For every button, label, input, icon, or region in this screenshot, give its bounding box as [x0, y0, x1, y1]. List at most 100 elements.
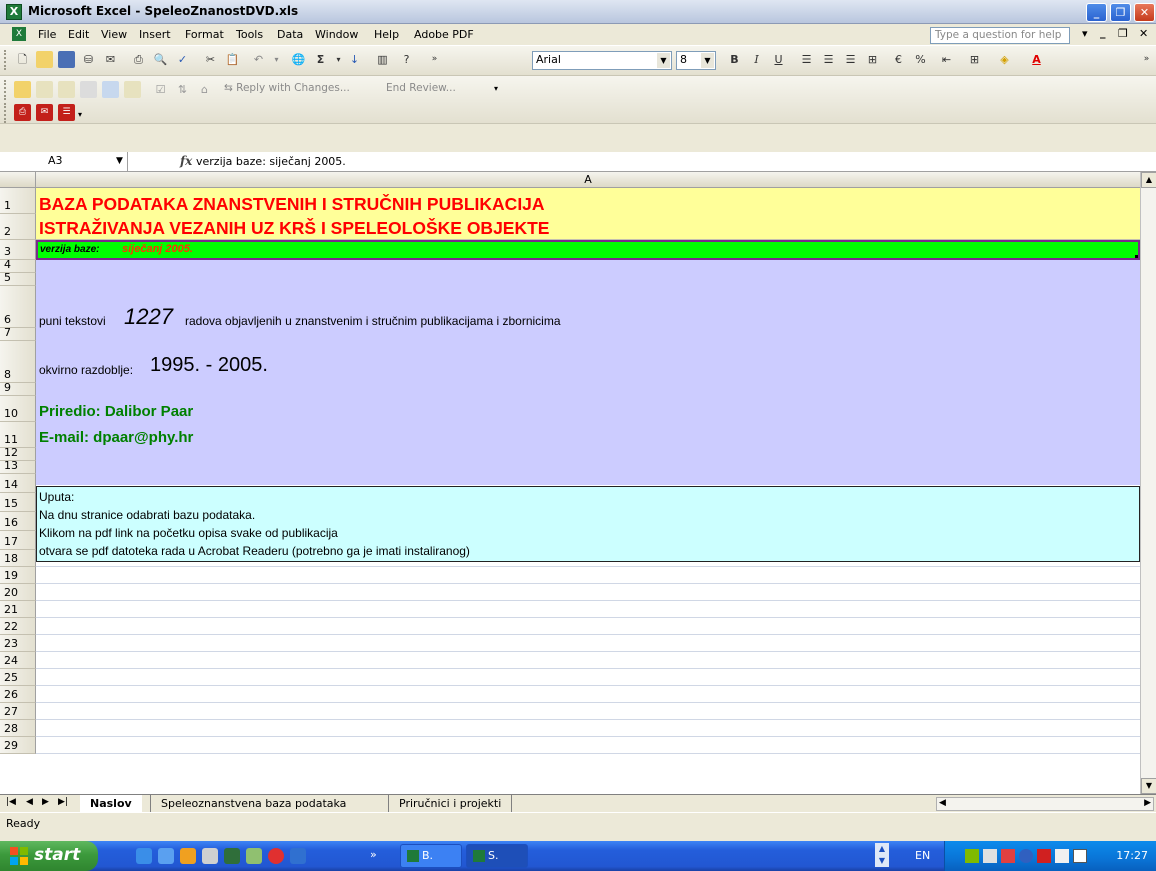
scroll-down-icon[interactable]: ▼ [1141, 778, 1156, 794]
convert-email-pdf-icon[interactable]: ✉ [36, 104, 53, 121]
row-header[interactable]: 15 [0, 493, 36, 512]
ie-icon[interactable] [136, 848, 152, 864]
toolbar-grip[interactable] [4, 103, 7, 123]
tray-icon-4[interactable] [1019, 849, 1033, 863]
row-header[interactable]: 18 [0, 550, 36, 567]
font-name-select[interactable]: Arial ▼ [532, 51, 672, 70]
row-header[interactable]: 13 [0, 460, 36, 474]
row-header[interactable]: 9 [0, 382, 36, 396]
undo-icon[interactable]: ↶ [250, 51, 267, 68]
print-preview-icon[interactable]: 🔍 [152, 51, 169, 68]
empty-cell[interactable] [36, 737, 1140, 754]
row-header[interactable]: 27 [0, 703, 36, 720]
row-header[interactable]: 5 [0, 272, 36, 286]
row-header[interactable]: 1 [0, 188, 36, 214]
tray-icon-6[interactable] [1055, 849, 1069, 863]
empty-cell[interactable] [36, 720, 1140, 737]
tray-icon-5[interactable] [1037, 849, 1051, 863]
tray-icon-1[interactable] [965, 849, 979, 863]
merge-center-icon[interactable]: ⊞ [864, 51, 881, 68]
cell-a3-selected[interactable]: verzija baze: siječanj 2005. [36, 240, 1140, 260]
scroll-up-icon[interactable]: ▲ [1141, 172, 1156, 188]
menu-format[interactable]: Format [185, 28, 224, 41]
print-icon[interactable]: ⎙ [130, 51, 147, 68]
row-header[interactable]: 3 [0, 240, 36, 260]
row-header[interactable]: 22 [0, 618, 36, 635]
spelling-icon[interactable]: ✓ [174, 51, 191, 68]
font-size-select[interactable]: 8 ▼ [676, 51, 716, 70]
show-all-comments-icon[interactable] [102, 81, 119, 98]
doc-minimize-icon[interactable]: _ [1100, 26, 1106, 39]
quicklaunch-icon-3[interactable] [180, 848, 196, 864]
email-icon[interactable]: ✉ [102, 51, 119, 68]
fill-color-icon[interactable]: ◈ [996, 51, 1013, 68]
paste-icon[interactable]: 📋 [224, 51, 241, 68]
reply-with-changes-button[interactable]: ⇆ Reply with Changes... [224, 82, 350, 94]
create-task-icon[interactable]: ☑ [152, 81, 169, 98]
show-comment-icon[interactable] [80, 81, 97, 98]
row-header[interactable]: 24 [0, 652, 36, 669]
end-review-button[interactable]: End Review... [386, 82, 456, 94]
empty-cell[interactable] [36, 618, 1140, 635]
menu-window[interactable]: Window [315, 28, 358, 41]
new-comment-icon[interactable] [14, 81, 31, 98]
empty-cell[interactable] [36, 584, 1140, 601]
help-icon[interactable]: ? [398, 51, 415, 68]
decrease-indent-icon[interactable]: ⇤ [938, 51, 955, 68]
media-icon[interactable] [158, 848, 174, 864]
sheet-tab-speleoznanstvena[interactable]: Speleoznanstvena baza podataka [150, 795, 356, 812]
empty-cell[interactable] [36, 703, 1140, 720]
font-color-icon[interactable]: A [1028, 51, 1045, 68]
row-header[interactable]: 17 [0, 531, 36, 550]
toolbar-grip[interactable] [4, 50, 7, 70]
column-header-a[interactable]: A [36, 173, 1140, 186]
doc-restore-icon[interactable]: ❐ [1118, 27, 1128, 40]
toolbar-options-icon[interactable]: » [426, 51, 443, 68]
row-header[interactable]: 7 [0, 327, 36, 341]
taskbar-button-b[interactable]: B. [400, 844, 462, 868]
sheet-tab-prirucnici[interactable]: Priručnici i projekti [388, 795, 513, 812]
tray-icon-7[interactable] [1073, 849, 1087, 863]
new-icon[interactable]: 🗋 [14, 51, 31, 68]
align-left-icon[interactable]: ☰ [798, 51, 815, 68]
underline-icon[interactable]: U [770, 51, 787, 68]
tray-icon-2[interactable] [983, 849, 997, 863]
row-header[interactable]: 28 [0, 720, 36, 737]
row-header[interactable]: 20 [0, 584, 36, 601]
toolbar-grip[interactable] [4, 80, 7, 100]
close-button[interactable]: ✕ [1134, 3, 1155, 22]
cell-a2[interactable]: ISTRAŽIVANJA VEZANIH UZ KRŠ I SPELEOLOŠK… [36, 214, 1140, 240]
empty-cell[interactable] [36, 669, 1140, 686]
info-block[interactable]: puni tekstovi 1227 radova objavljenih u … [36, 260, 1140, 485]
send-to-icon[interactable]: ⌂ [196, 81, 213, 98]
excel-app-icon[interactable]: X [6, 4, 22, 20]
menu-data[interactable]: Data [277, 28, 303, 41]
align-center-icon[interactable]: ☰ [820, 51, 837, 68]
tray-icon-3[interactable] [1001, 849, 1015, 863]
doc-close-icon[interactable]: ✕ [1139, 27, 1148, 40]
bold-icon[interactable]: B [726, 51, 743, 68]
name-box-dropdown-icon[interactable]: ▼ [116, 156, 123, 166]
menu-tools[interactable]: Tools [236, 28, 263, 41]
empty-cell[interactable] [36, 652, 1140, 669]
cell-a1[interactable]: BAZA PODATAKA ZNANSTVENIH I STRUČNIH PUB… [36, 188, 1140, 214]
quicklaunch-icon-5[interactable] [224, 848, 240, 864]
start-button[interactable]: start [0, 841, 98, 871]
empty-cell[interactable] [36, 686, 1140, 703]
vertical-scrollbar[interactable]: ▲ ▼ [1140, 172, 1156, 794]
autosum-dropdown-icon[interactable]: ▾ [330, 51, 347, 68]
italic-icon[interactable]: I [748, 51, 765, 68]
last-sheet-icon[interactable]: ▶| [58, 797, 68, 807]
menu-insert[interactable]: Insert [139, 28, 171, 41]
scroll-right-icon[interactable]: ▶ [1144, 798, 1151, 808]
delete-comment-icon[interactable] [124, 81, 141, 98]
row-header[interactable]: 19 [0, 567, 36, 584]
quicklaunch-icon-7[interactable] [268, 848, 284, 864]
borders-icon[interactable]: ⊞ [966, 51, 983, 68]
quicklaunch-more-icon[interactable]: » [370, 848, 377, 861]
undo-dropdown-icon[interactable]: ▾ [268, 51, 285, 68]
font-name-dropdown-icon[interactable]: ▼ [657, 53, 670, 68]
name-box[interactable]: A3 [0, 152, 128, 171]
row-header[interactable]: 14 [0, 474, 36, 493]
open-icon[interactable] [36, 51, 53, 68]
